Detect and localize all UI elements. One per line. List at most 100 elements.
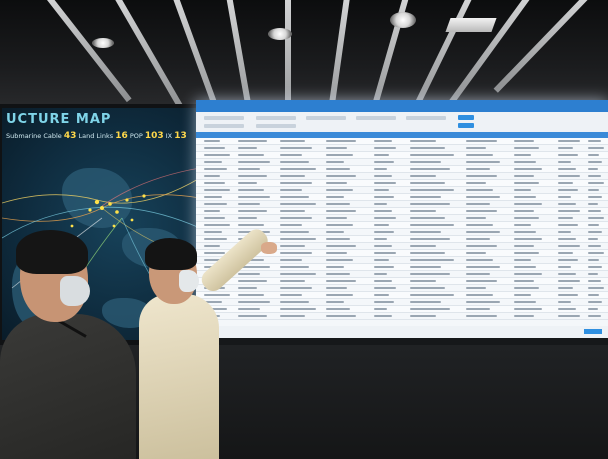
table-cell [326, 161, 344, 163]
table-cell [466, 287, 487, 289]
table-cell [280, 140, 306, 142]
table-cell [326, 217, 347, 219]
table-cell [466, 189, 494, 191]
table-cell [558, 224, 578, 226]
table-cell [238, 189, 264, 191]
table-cell [238, 161, 270, 163]
table-cell [280, 189, 302, 191]
table-cell [466, 273, 490, 275]
table-cell [238, 154, 264, 156]
table-cell [558, 231, 572, 233]
table-cell [466, 315, 497, 317]
table-cell [280, 308, 316, 310]
table-cell [326, 182, 347, 184]
table-cell [410, 196, 441, 198]
table-cell [588, 245, 601, 247]
table-cell [514, 189, 531, 191]
table-cell [238, 182, 258, 184]
table-cell [514, 196, 537, 198]
table-row [196, 159, 608, 166]
table-cell [326, 196, 344, 198]
table-cell [410, 210, 437, 212]
table-cell [588, 203, 598, 205]
table-cell [558, 217, 574, 219]
table-cell [280, 175, 306, 177]
table-cell [374, 252, 396, 254]
table-cell [588, 175, 601, 177]
table-row [196, 180, 608, 187]
table-cell [326, 315, 356, 317]
table-cell [238, 140, 267, 142]
table-cell [466, 280, 497, 282]
table-cell [514, 308, 542, 310]
table-cell [588, 210, 601, 212]
table-cell [326, 238, 350, 240]
table-row [196, 222, 608, 229]
table-cell [558, 266, 572, 268]
table-cell [466, 210, 497, 212]
map-title: UCTURE MAP [6, 112, 112, 127]
table-cell [374, 140, 392, 142]
table-cell [326, 175, 356, 177]
table-cell [204, 161, 223, 163]
table-cell [466, 238, 490, 240]
table-row [196, 201, 608, 208]
table-cell [558, 245, 580, 247]
table-cell [374, 294, 390, 296]
table-cell [558, 280, 580, 282]
legend-label: Submarine Cable [6, 132, 62, 140]
table-cell [204, 147, 225, 149]
table-cell [374, 273, 388, 275]
table-cell [588, 147, 604, 149]
table-cell [238, 224, 264, 226]
table-cell [514, 140, 534, 142]
table-cell [558, 210, 580, 212]
table-cell [588, 280, 601, 282]
table-cell [326, 280, 356, 282]
table-cell [558, 252, 574, 254]
table-cell [410, 315, 437, 317]
person-right-torso [139, 294, 219, 459]
table-cell [466, 147, 487, 149]
table-cell [326, 224, 353, 226]
person-right-hand [261, 242, 277, 254]
table-cell [204, 175, 220, 177]
table-cell [514, 252, 540, 254]
table-cell [238, 210, 267, 212]
table-cell [238, 168, 261, 170]
table-cell [374, 266, 394, 268]
table-cell [514, 245, 534, 247]
legend-label: Land Links [78, 132, 114, 140]
ceiling-light [268, 28, 292, 40]
table-cell [374, 168, 388, 170]
table-cell [410, 161, 441, 163]
map-legend: Submarine Cable 43 Land Links 16 POP 103… [6, 131, 187, 141]
table-cell [410, 266, 441, 268]
table-cell [280, 182, 313, 184]
table-cell [466, 182, 487, 184]
table-cell [466, 217, 487, 219]
table-cell [410, 147, 446, 149]
table-cell [410, 238, 450, 240]
table-cell [204, 217, 225, 219]
person-left-torso [0, 314, 136, 459]
table-cell [204, 210, 220, 212]
table-cell [374, 259, 390, 261]
table-cell [204, 140, 220, 142]
table-cell [410, 287, 446, 289]
table-cell [466, 161, 500, 163]
table-cell [410, 203, 450, 205]
table-cell [558, 196, 572, 198]
table-cell [204, 154, 230, 156]
table-cell [410, 294, 454, 296]
table-cell [466, 224, 494, 226]
table-cell [410, 259, 454, 261]
ceiling-light [92, 38, 114, 48]
photo-scene: UCTURE MAP Submarine Cable 43 Land Links… [0, 0, 608, 459]
table-cell [326, 287, 347, 289]
table-cell [374, 287, 396, 289]
table-cell [410, 231, 441, 233]
table-row [196, 194, 608, 201]
table-cell [588, 259, 600, 261]
table-cell [374, 308, 388, 310]
